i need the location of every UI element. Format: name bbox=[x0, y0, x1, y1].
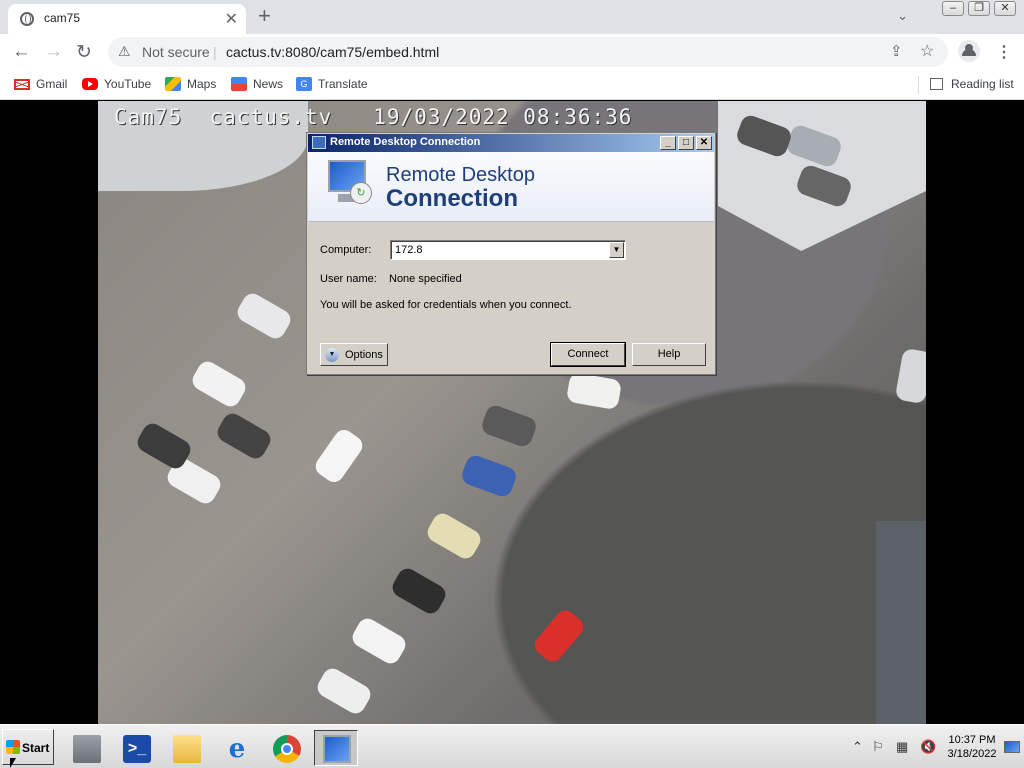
youtube-icon bbox=[82, 78, 98, 90]
bookmark-maps[interactable]: Maps bbox=[165, 77, 216, 91]
clock[interactable]: 10:37 PM 3/18/2022 bbox=[942, 733, 1002, 761]
action-center-flag-icon[interactable]: ⚐ bbox=[872, 739, 884, 755]
browser-toolbar: ← → ↻ ⚠ Not secure | cactus.tv:8080/cam7… bbox=[0, 34, 1024, 70]
bookmark-gmail[interactable]: Gmail bbox=[14, 77, 67, 91]
dialog-window-controls: _ □ ✕ bbox=[660, 136, 712, 150]
url-text[interactable]: cactus.tv:8080/cam75/embed.html bbox=[226, 44, 439, 60]
start-label: Start bbox=[22, 741, 50, 755]
globe-icon bbox=[20, 12, 34, 26]
mouse-cursor bbox=[10, 758, 16, 768]
show-desktop-icon[interactable] bbox=[1004, 741, 1020, 753]
dialog-titlebar[interactable]: Remote Desktop Connection _ □ ✕ bbox=[308, 134, 714, 152]
volume-muted-icon[interactable]: 🔇 bbox=[920, 739, 936, 755]
translate-icon: G bbox=[296, 77, 312, 91]
bookmark-youtube[interactable]: YouTube bbox=[82, 77, 151, 91]
explorer-icon[interactable] bbox=[164, 730, 208, 766]
minimize-button[interactable]: – bbox=[942, 1, 964, 16]
bookmark-label: YouTube bbox=[104, 77, 152, 91]
remote-desktop-icon[interactable] bbox=[314, 730, 358, 766]
tab-close-icon[interactable]: ✕ bbox=[225, 9, 238, 29]
bookmark-label: News bbox=[253, 77, 284, 91]
bookmarks-separator bbox=[918, 76, 919, 94]
tab-strip: cam75 ✕ + ⌄ – ❐ ✕ bbox=[0, 0, 1024, 34]
reading-list-label: Reading list bbox=[951, 77, 1014, 91]
news-icon bbox=[231, 77, 247, 91]
remote-desktop-dialog: Remote Desktop Connection _ □ ✕ ↻ Remote… bbox=[306, 132, 716, 375]
dialog-banner: ↻ Remote Desktop Connection bbox=[308, 152, 714, 222]
powershell-icon[interactable]: >_ bbox=[114, 730, 158, 766]
camera-timestamp-overlay: Cam75 cactus.tv 19/03/2022 08:36:36 bbox=[114, 105, 633, 129]
network-icon[interactable]: ▦ bbox=[896, 739, 908, 755]
clock-date: 3/18/2022 bbox=[947, 748, 997, 760]
maps-icon bbox=[165, 77, 181, 91]
options-label: Options bbox=[345, 349, 383, 361]
help-button[interactable]: Help bbox=[632, 343, 706, 366]
reading-list-icon bbox=[930, 78, 943, 90]
expand-icon: ▼ bbox=[325, 348, 339, 362]
bookmark-label: Gmail bbox=[36, 77, 68, 91]
credentials-note: You will be asked for credentials when y… bbox=[320, 299, 572, 311]
warning-icon[interactable]: ⚠ bbox=[118, 43, 131, 60]
bookmark-translate[interactable]: G Translate bbox=[296, 77, 368, 91]
clock-time: 10:37 PM bbox=[948, 734, 996, 746]
options-button[interactable]: ▼ Options bbox=[320, 343, 388, 366]
server-manager-icon[interactable] bbox=[64, 730, 108, 766]
omnibox-separator: | bbox=[213, 44, 217, 60]
rooftop bbox=[876, 521, 926, 724]
username-label: User name: bbox=[320, 273, 377, 285]
window-controls: – ❐ ✕ bbox=[942, 1, 1016, 16]
windows-logo-icon bbox=[6, 740, 20, 754]
reload-button[interactable]: ↻ bbox=[76, 41, 92, 64]
dialog-title: Remote Desktop Connection bbox=[330, 136, 481, 148]
reading-list-button[interactable]: Reading list bbox=[930, 77, 1014, 91]
banner-line-2: Connection bbox=[386, 185, 518, 212]
dialog-close-button[interactable]: ✕ bbox=[696, 136, 712, 150]
bookmark-star-icon[interactable]: ☆ bbox=[920, 41, 934, 61]
profile-avatar-icon[interactable] bbox=[958, 40, 980, 62]
dialog-minimize-button[interactable]: _ bbox=[660, 136, 676, 150]
rdc-connect-arrow-icon: ↻ bbox=[350, 182, 372, 204]
dialog-maximize-button[interactable]: □ bbox=[678, 136, 694, 150]
forward-button[interactable]: → bbox=[44, 41, 63, 63]
banner-line-1: Remote Desktop bbox=[386, 164, 535, 186]
close-window-button[interactable]: ✕ bbox=[994, 1, 1016, 16]
restore-button[interactable]: ❐ bbox=[968, 1, 990, 16]
system-tray: ⌃ ⚐ ▦ 🔇 10:37 PM 3/18/2022 bbox=[848, 729, 1022, 765]
tab-title: cam75 bbox=[44, 11, 81, 25]
share-icon[interactable]: ⇪ bbox=[890, 42, 903, 60]
rdc-title-icon bbox=[312, 136, 326, 149]
browser-menu-icon[interactable]: ⋮ bbox=[996, 42, 1012, 62]
show-hidden-icons-icon[interactable]: ⌃ bbox=[852, 739, 863, 755]
tab-cam75[interactable]: cam75 ✕ bbox=[8, 4, 246, 34]
computer-label: Computer: bbox=[320, 244, 372, 256]
bookmark-news[interactable]: News bbox=[231, 77, 283, 91]
chevron-down-icon[interactable]: ▼ bbox=[609, 242, 624, 258]
bookmark-label: Maps bbox=[187, 77, 217, 91]
taskbar: Start >_ e ⌃ ⚐ ▦ 🔇 10:37 PM 3/18/2022 bbox=[0, 724, 1024, 768]
address-bar[interactable]: ⚠ Not secure | cactus.tv:8080/cam75/embe… bbox=[108, 37, 948, 67]
security-status[interactable]: Not secure bbox=[142, 44, 210, 60]
chrome-icon[interactable] bbox=[264, 730, 308, 766]
tab-search-button[interactable]: ⌄ bbox=[897, 8, 908, 24]
gmail-icon bbox=[14, 78, 30, 90]
bookmarks-bar: Gmail YouTube Maps News G Translate Read… bbox=[0, 70, 1024, 100]
username-value: None specified bbox=[389, 273, 462, 285]
computer-value[interactable]: 172.8 bbox=[395, 244, 423, 256]
internet-explorer-icon[interactable]: e bbox=[214, 730, 258, 766]
new-tab-button[interactable]: + bbox=[258, 3, 271, 29]
connect-button[interactable]: Connect bbox=[550, 342, 626, 367]
bookmark-label: Translate bbox=[318, 77, 368, 91]
back-button[interactable]: ← bbox=[12, 41, 31, 63]
desktop: cam75 ✕ + ⌄ – ❐ ✕ ← → ↻ ⚠ Not secure | c… bbox=[0, 0, 1024, 768]
computer-combobox[interactable]: 172.8 ▼ bbox=[390, 240, 626, 260]
